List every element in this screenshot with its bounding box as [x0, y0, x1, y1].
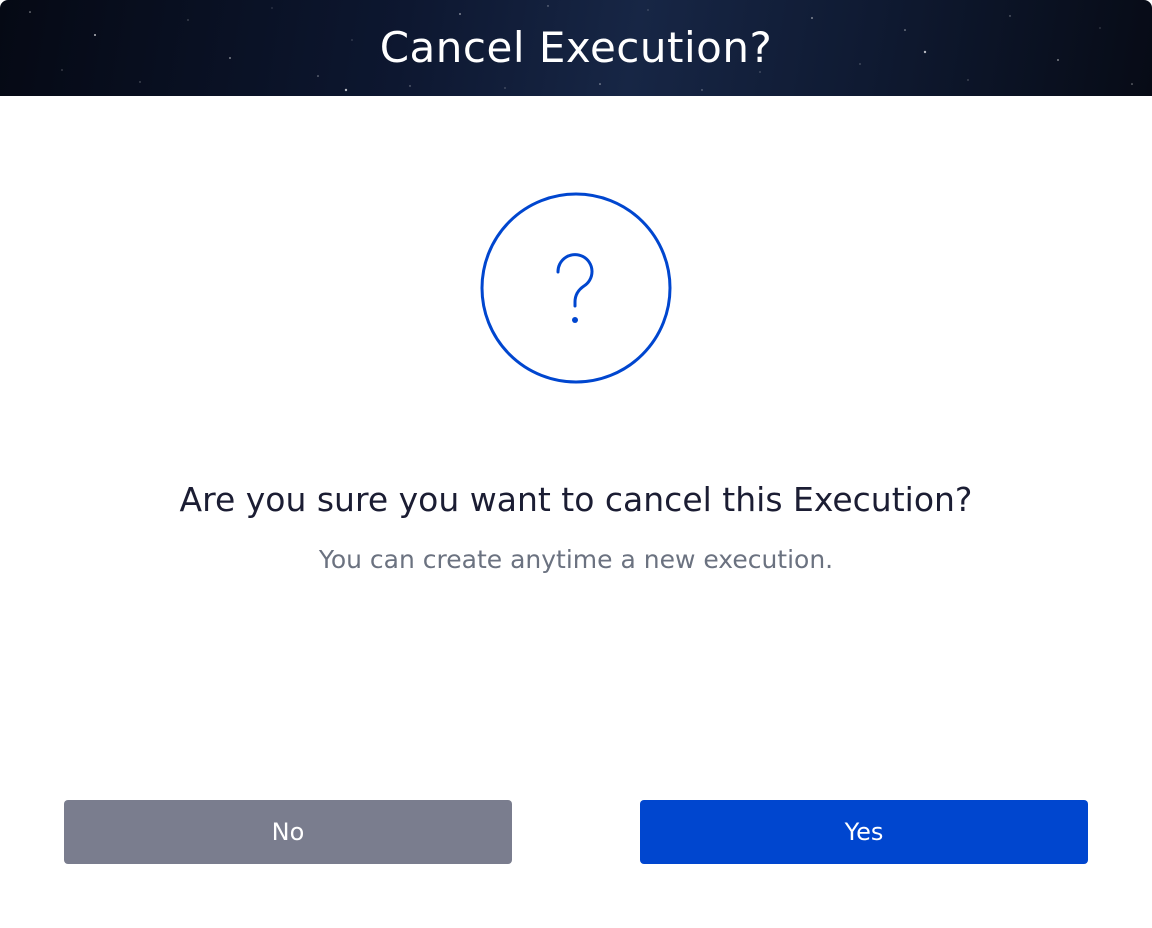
confirmation-subtext: You can create anytime a new execution. [318, 545, 834, 574]
cancel-execution-dialog: Cancel Execution? Are you sure you want … [0, 0, 1152, 928]
confirmation-question: Are you sure you want to cancel this Exe… [179, 480, 973, 519]
dialog-header: Cancel Execution? [0, 0, 1152, 96]
yes-button[interactable]: Yes [640, 800, 1088, 864]
no-button[interactable]: No [64, 800, 512, 864]
dialog-title: Cancel Execution? [379, 23, 773, 72]
question-mark-circle-icon [480, 192, 672, 384]
